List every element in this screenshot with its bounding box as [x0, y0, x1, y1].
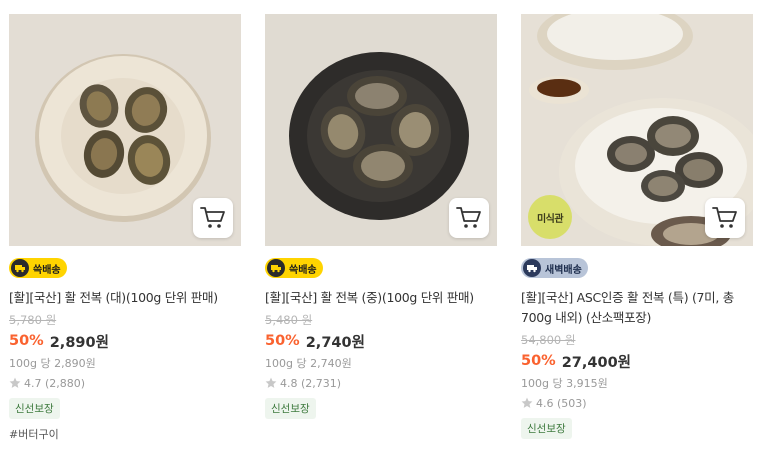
product-title[interactable]: [활][국산] 활 전복 (중)(100g 단위 판매)	[265, 288, 497, 308]
fresh-guarantee-tag: 신선보장	[9, 398, 60, 419]
product-card[interactable]: 쓱배송 [활][국산] 활 전복 (대)(100g 단위 판매) 5,780 원…	[9, 14, 241, 442]
premium-badge: 미식관	[528, 195, 572, 239]
discount-rate: 50%	[265, 333, 300, 349]
unit-price: 100g 당 2,890원	[9, 357, 96, 370]
cart-icon	[200, 207, 225, 228]
price-row: 50% 2,890원	[9, 331, 241, 351]
rating: 4.8 (2,731)	[265, 374, 497, 392]
delivery-badge: 쓱배송	[9, 258, 67, 278]
star-icon	[521, 397, 533, 408]
price-row: 50% 2,740원	[265, 331, 497, 351]
delivery-label: 쓱배송	[289, 264, 317, 276]
delivery-badge: 새벽배송	[521, 258, 588, 278]
product-image[interactable]: 미식관	[521, 14, 753, 246]
star-icon	[265, 377, 277, 388]
sale-price: 2,890원	[49, 334, 109, 351]
truck-icon	[11, 259, 29, 277]
original-price: 5,480 원	[265, 313, 313, 327]
add-to-cart-button[interactable]	[193, 198, 233, 238]
discount-rate: 50%	[521, 353, 556, 369]
unit-price: 100g 당 2,740원	[265, 357, 352, 370]
delivery-badge: 쓱배송	[265, 258, 323, 278]
original-price: 5,780 원	[9, 313, 57, 327]
sale-price: 27,400원	[561, 354, 632, 371]
fresh-guarantee-tag: 신선보장	[521, 418, 572, 439]
rating-text: 4.8 (2,731)	[280, 376, 342, 390]
truck-icon	[267, 259, 285, 277]
sale-price: 2,740원	[305, 334, 365, 351]
rating-text: 4.6 (503)	[536, 396, 587, 410]
add-to-cart-button[interactable]	[449, 198, 489, 238]
delivery-label: 새벽배송	[545, 264, 582, 276]
discount-rate: 50%	[9, 333, 44, 349]
rating: 4.6 (503)	[521, 394, 753, 412]
add-to-cart-button[interactable]	[705, 198, 745, 238]
rating-text: 4.7 (2,880)	[24, 376, 86, 390]
product-card[interactable]: 미식관 새벽배송 [활][국산] ASC인증 활 전복 (특) (7미, 총 7…	[521, 14, 753, 439]
product-title[interactable]: [활][국산] 활 전복 (대)(100g 단위 판매)	[9, 288, 241, 308]
product-title[interactable]: [활][국산] ASC인증 활 전복 (특) (7미, 총 700g 내외) (…	[521, 288, 753, 328]
hashtag[interactable]: #버터구이	[9, 426, 241, 442]
original-price: 54,800 원	[521, 333, 576, 347]
delivery-label: 쓱배송	[33, 264, 61, 276]
fresh-guarantee-tag: 신선보장	[265, 398, 316, 419]
product-image[interactable]	[9, 14, 241, 246]
unit-price: 100g 당 3,915원	[521, 377, 608, 390]
star-icon	[9, 377, 21, 388]
truck-icon	[523, 259, 541, 277]
cart-icon	[712, 207, 737, 228]
cart-icon	[456, 207, 481, 228]
product-image[interactable]	[265, 14, 497, 246]
rating: 4.7 (2,880)	[9, 374, 241, 392]
price-row: 50% 27,400원	[521, 351, 753, 371]
product-card[interactable]: 쓱배송 [활][국산] 활 전복 (중)(100g 단위 판매) 5,480 원…	[265, 14, 497, 419]
